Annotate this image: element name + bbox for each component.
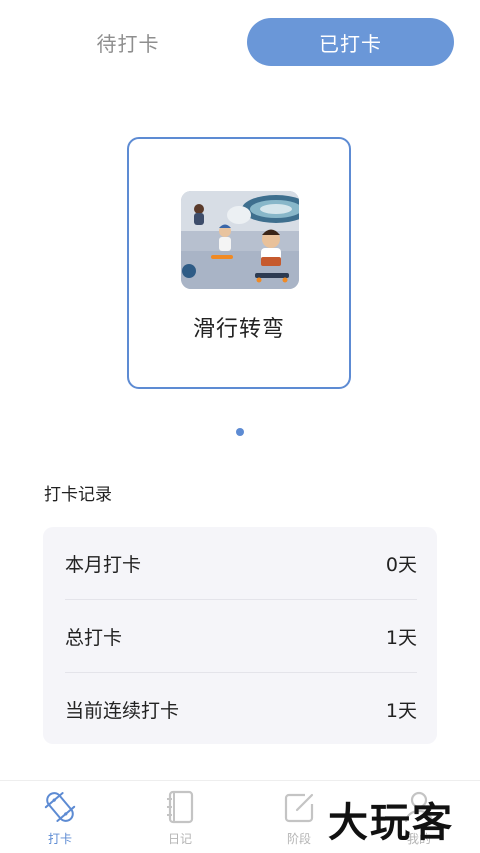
tab-pending[interactable]: 待打卡 bbox=[38, 18, 218, 66]
tab-done[interactable]: 已打卡 bbox=[247, 18, 454, 66]
tabbar-label: 日记 bbox=[167, 832, 192, 846]
record-label: 本月打卡 bbox=[65, 553, 142, 576]
checkin-card[interactable]: 滑行转弯 bbox=[127, 137, 351, 389]
tabbar-label: 阶段 bbox=[286, 832, 311, 846]
skateboard-icon bbox=[40, 787, 80, 827]
card-image bbox=[181, 191, 299, 289]
record-value: 1天 bbox=[385, 699, 417, 722]
kids-skateboarding-illustration bbox=[181, 191, 299, 289]
records-panel: 本月打卡 0天 总打卡 1天 当前连续打卡 1天 bbox=[43, 527, 437, 744]
record-value: 1天 bbox=[385, 626, 417, 649]
record-row-streak: 当前连续打卡 1天 bbox=[65, 673, 417, 745]
tabbar-item-checkin[interactable]: 打卡 bbox=[15, 787, 105, 849]
top-tab-switcher: 待打卡 已打卡 bbox=[0, 18, 480, 66]
records-section-title: 打卡记录 bbox=[44, 485, 112, 505]
record-value: 0天 bbox=[385, 553, 417, 576]
record-row-month: 本月打卡 0天 bbox=[65, 527, 417, 599]
record-label: 总打卡 bbox=[65, 626, 123, 649]
record-label: 当前连续打卡 bbox=[65, 699, 180, 722]
tabbar-item-diary[interactable]: 日记 bbox=[135, 787, 225, 849]
tabbar-label: 打卡 bbox=[47, 832, 72, 846]
diary-icon bbox=[160, 787, 200, 827]
edit-icon bbox=[279, 787, 319, 827]
card-title: 滑行转弯 bbox=[192, 317, 285, 342]
watermark-logo: 大玩客 bbox=[328, 799, 454, 846]
record-row-total: 总打卡 1天 bbox=[65, 600, 417, 672]
pager-dot bbox=[236, 428, 244, 436]
